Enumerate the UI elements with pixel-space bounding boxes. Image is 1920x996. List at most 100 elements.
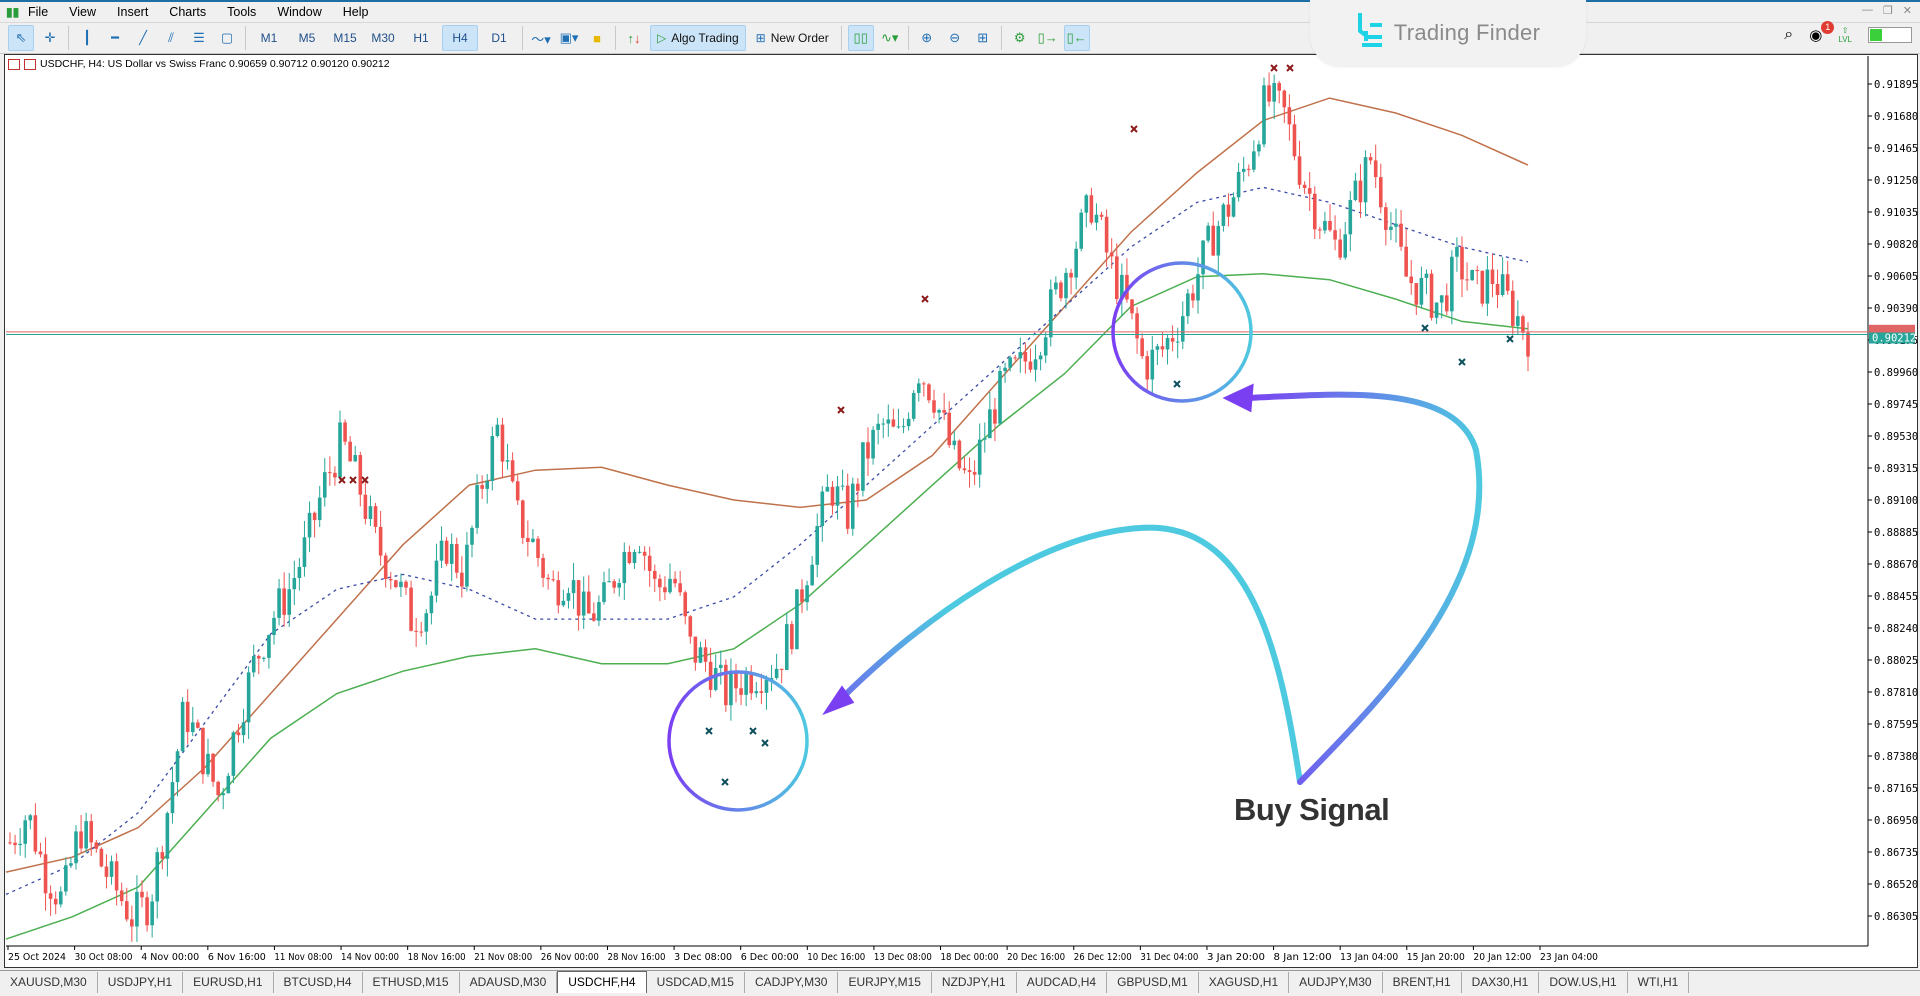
symbol-tab[interactable]: BTCUSD,H4: [274, 972, 363, 993]
level-progress: [1868, 27, 1912, 43]
candle-body: [830, 486, 835, 506]
trading-finder-logo: Trading Finder: [1310, 0, 1586, 66]
sell-signal-marker: [1286, 64, 1294, 72]
candle-body: [647, 555, 652, 571]
candle-body: [541, 557, 545, 578]
candle-body: [805, 585, 809, 603]
symbol-tab[interactable]: XAGUSD,H1: [1199, 972, 1290, 993]
candle-body: [1145, 356, 1150, 380]
candle-body: [465, 544, 469, 587]
candle-body: [1064, 272, 1068, 299]
symbol-tab[interactable]: ETHUSD,M15: [363, 972, 460, 993]
symbol-tab[interactable]: USDJPY,H1: [98, 972, 184, 993]
candle-body: [1109, 252, 1114, 257]
candle-body: [703, 647, 708, 662]
candle-body: [1307, 188, 1312, 194]
symbol-tab[interactable]: AUDCAD,H4: [1017, 972, 1108, 993]
restore-button[interactable]: ❐: [1883, 4, 1893, 17]
symbol-tab[interactable]: DAX30,H1: [1462, 972, 1540, 993]
candle-body: [297, 566, 302, 579]
symbol-tab[interactable]: WTI,H1: [1628, 972, 1690, 993]
candle-body: [13, 842, 17, 846]
symbol-tab[interactable]: DOW.US,H1: [1539, 972, 1628, 993]
candle-body: [993, 409, 997, 424]
candle-body: [74, 831, 78, 864]
candle-body: [312, 512, 317, 521]
candle-body: [328, 472, 332, 474]
candle-body: [1516, 316, 1520, 326]
symbol-tab[interactable]: EURJPY,M15: [838, 972, 932, 993]
candle-body: [1480, 270, 1485, 304]
chart-info: USDCHF, H4: US Dollar vs Swiss Franc 0.9…: [8, 58, 390, 70]
y-tick-label: 0.86520: [1874, 879, 1918, 891]
candle-body: [1272, 83, 1276, 102]
candle-body: [500, 424, 505, 462]
candle-body: [1038, 355, 1043, 360]
candle-body: [947, 412, 952, 446]
candle-body: [287, 589, 292, 615]
candle-body: [256, 656, 261, 659]
symbol-tab[interactable]: XAUUSD,M30: [0, 972, 98, 993]
candle-body: [495, 424, 500, 437]
y-tick-label: 0.91250: [1874, 175, 1918, 187]
symbol-tab[interactable]: NZDJPY,H1: [932, 972, 1017, 993]
candle-body: [1074, 248, 1078, 278]
candle-body: [1013, 357, 1018, 359]
candle-body: [1389, 226, 1393, 230]
candle-body: [896, 426, 901, 428]
search-icon[interactable]: ⌕: [1784, 26, 1793, 44]
symbol-tab[interactable]: ADAUSD,M30: [460, 972, 558, 993]
candle-body: [262, 657, 266, 659]
candle-body: [942, 410, 946, 413]
candle-body: [551, 579, 556, 581]
symbol-info: USDCHF, H4: US Dollar vs Swiss Franc 0.9…: [40, 58, 390, 70]
y-tick-label: 0.91035: [1874, 207, 1918, 219]
price-chart[interactable]: 0.91895 0.91680 0.91465 0.91250 0.91035 0.908…: [0, 0, 1920, 970]
buy-signal-marker: [1458, 358, 1466, 366]
candle-body: [531, 538, 535, 542]
candle-body: [1246, 168, 1251, 170]
symbol-tab[interactable]: AUDJPY,M30: [1289, 972, 1383, 993]
symbol-tab[interactable]: BRENT,H1: [1383, 972, 1462, 993]
candle-body: [363, 494, 368, 519]
candle-body: [84, 821, 88, 849]
candle-body: [317, 497, 322, 521]
candle-body: [33, 815, 38, 852]
candle-body: [307, 512, 312, 538]
candle-body: [774, 668, 779, 678]
candle-body: [1170, 338, 1175, 342]
candle-body: [1429, 273, 1434, 318]
candle-body: [998, 370, 1002, 424]
candle-body: [104, 866, 109, 877]
lower-band-line: [5, 273, 1529, 940]
candle-body: [906, 418, 911, 427]
x-tick-label: 4 Nov 00:00: [141, 952, 199, 963]
symbol-tab[interactable]: EURUSD,H1: [183, 972, 274, 993]
candle-body: [1048, 289, 1053, 338]
close-button[interactable]: ✕: [1903, 4, 1912, 17]
candle-body: [1394, 223, 1398, 227]
candle-body: [333, 472, 337, 478]
candle-body: [69, 863, 73, 866]
candle-body: [1505, 274, 1510, 291]
candle-body: [343, 422, 347, 442]
sell-signal-marker: [1130, 125, 1138, 133]
candle-body: [322, 472, 327, 498]
candle-body: [1302, 184, 1307, 189]
chart-window-icon: [8, 58, 20, 70]
y-tick-label: 0.91895: [1874, 79, 1918, 91]
candle-body: [206, 753, 210, 775]
candle-body: [216, 781, 220, 796]
notifications-button[interactable]: ◉ 1: [1809, 21, 1835, 44]
symbol-tab[interactable]: CADJPY,M30: [745, 972, 839, 993]
symbol-tab[interactable]: GBPUSD,M1: [1107, 972, 1199, 993]
y-tick-label: 0.87165: [1874, 783, 1918, 795]
minimize-button[interactable]: —: [1862, 4, 1873, 17]
symbol-tab[interactable]: USDCAD,M15: [647, 972, 745, 993]
candle-body: [546, 577, 550, 580]
candle-body: [368, 506, 373, 519]
symbol-tab[interactable]: USDCHF,H4: [557, 971, 647, 993]
candle-body: [1267, 85, 1271, 102]
candle-body: [201, 727, 205, 775]
candle-body: [520, 500, 525, 538]
